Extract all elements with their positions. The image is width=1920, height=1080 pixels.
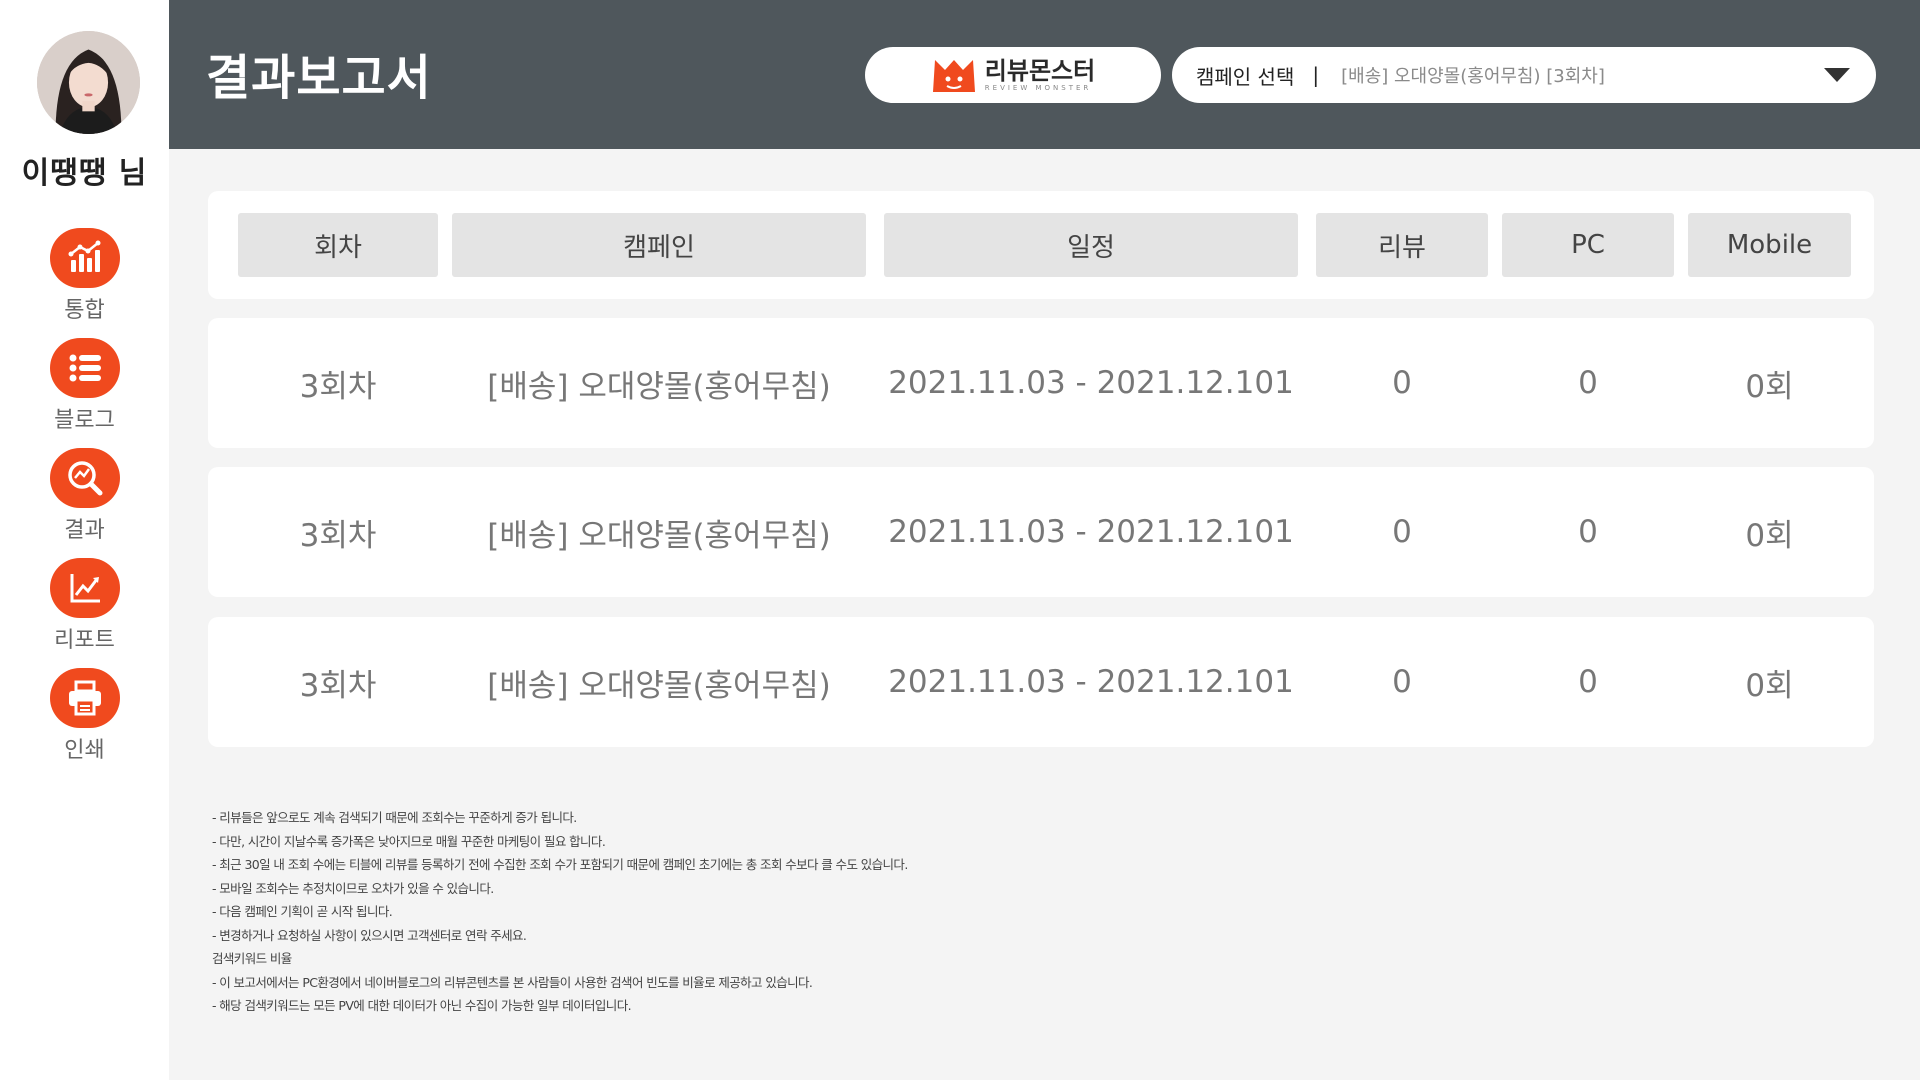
logo-subtext: REVIEW MONSTER xyxy=(984,83,1092,92)
brand-logo[interactable]: 리뷰몬스터 REVIEW MONSTER xyxy=(865,47,1161,103)
note-heading: 검색키워드 비율 xyxy=(212,951,292,966)
nav-button[interactable] xyxy=(49,228,120,288)
column-header-mobile[interactable]: Mobile xyxy=(1688,213,1851,277)
cell-campaign: [배송] 오대양몰(홍어무침) xyxy=(487,667,831,704)
cell-review: 0 xyxy=(1392,365,1412,401)
nav-item-report[interactable]: 리포트 xyxy=(0,558,169,654)
cell-schedule: 2021.11.03 - 2021.12.101 xyxy=(888,514,1294,550)
nav-button[interactable] xyxy=(49,558,120,618)
nav-item-blog[interactable]: 블로그 xyxy=(0,338,169,434)
page-title: 결과보고서 xyxy=(206,50,432,106)
note-line: - 이 보고서에서는 PC환경에서 네이버블로그의 리뷰콘텐츠를 본 사람들이 … xyxy=(212,974,813,990)
nav-item-print[interactable]: 인쇄 xyxy=(0,668,169,764)
nav-label: 인쇄 xyxy=(64,738,105,763)
cell-pc: 0 xyxy=(1578,664,1598,700)
search-analytics-icon xyxy=(67,461,102,496)
nav-item-integrated[interactable]: 통합 xyxy=(0,228,169,324)
list-icon xyxy=(69,354,101,382)
table-header: 회차 캠페인 일정 리뷰 PC Mobile xyxy=(208,191,1874,299)
cell-round: 3회차 xyxy=(299,368,377,405)
table-row[interactable]: 3회차 [배송] 오대양몰(홍어무침) 2021.11.03 - 2021.12… xyxy=(208,617,1874,747)
cell-pc: 0 xyxy=(1578,365,1598,401)
cell-review: 0 xyxy=(1392,514,1412,550)
note-line: - 변경하거나 요청하실 사항이 있으시면 고객센터로 연락 주세요. xyxy=(212,927,527,943)
nav-label: 리포트 xyxy=(54,628,115,653)
line-chart-icon xyxy=(70,574,100,603)
select-separator: | xyxy=(1312,63,1320,87)
monster-logo-icon xyxy=(932,60,975,92)
chevron-down-icon[interactable] xyxy=(1822,66,1852,84)
cell-mobile: 0회 xyxy=(1745,368,1794,405)
printer-icon xyxy=(68,680,101,716)
cell-pc: 0 xyxy=(1578,514,1598,550)
sidebar: 이땡땡 님 통합 블로그 결과 리포트 인쇄 xyxy=(0,0,169,1080)
cell-campaign: [배송] 오대양몰(홍어무침) xyxy=(487,368,831,405)
cell-review: 0 xyxy=(1392,664,1412,700)
header: 결과보고서 리뷰몬스터 REVIEW MONSTER 캠페인 선택 | [배송]… xyxy=(169,0,1920,149)
table-row[interactable]: 3회차 [배송] 오대양몰(홍어무침) 2021.11.03 - 2021.12… xyxy=(208,318,1874,448)
logo-text: 리뷰몬스터 xyxy=(984,56,1096,85)
nav-button[interactable] xyxy=(49,338,120,398)
nav-item-result[interactable]: 결과 xyxy=(0,448,169,544)
cell-campaign: [배송] 오대양몰(홍어무침) xyxy=(487,517,831,554)
nav-label: 블로그 xyxy=(54,408,115,433)
note-line: - 다음 캠페인 기획이 곧 시작 됩니다. xyxy=(212,904,393,919)
cell-schedule: 2021.11.03 - 2021.12.101 xyxy=(888,664,1294,700)
user-name: 이땡땡 님 xyxy=(21,156,148,191)
cell-mobile: 0회 xyxy=(1745,517,1794,554)
nav-button[interactable] xyxy=(49,448,120,508)
column-header-schedule[interactable]: 일정 xyxy=(884,213,1298,277)
avatar[interactable] xyxy=(37,31,140,134)
table-row[interactable]: 3회차 [배송] 오대양몰(홍어무침) 2021.11.03 - 2021.12… xyxy=(208,467,1874,597)
note-line: - 다만, 시간이 지날수록 증가폭은 낮아지므로 매월 꾸준한 마케팅이 필요… xyxy=(212,833,606,849)
campaign-select-label: 캠페인 선택 xyxy=(1196,64,1295,89)
cell-round: 3회차 xyxy=(299,667,377,704)
column-header-review[interactable]: 리뷰 xyxy=(1316,213,1488,277)
profile-photo xyxy=(37,31,140,134)
note-line: - 해당 검색키워드는 모든 PV에 대한 데이터가 아닌 수집이 가능한 일부… xyxy=(212,998,632,1013)
column-header-pc[interactable]: PC xyxy=(1502,213,1674,277)
cell-mobile: 0회 xyxy=(1745,667,1794,704)
cell-round: 3회차 xyxy=(299,517,377,554)
campaign-select[interactable]: 캠페인 선택 | [배송] 오대양몰(홍어무침) [3회차] xyxy=(1172,47,1876,103)
note-line: - 모바일 조회수는 추정치이므로 오차가 있을 수 있습니다. xyxy=(212,880,494,896)
nav-label: 결과 xyxy=(64,518,105,543)
column-header-round[interactable]: 회차 xyxy=(238,213,438,277)
column-header-campaign[interactable]: 캠페인 xyxy=(452,213,866,277)
nav-label: 통합 xyxy=(64,298,105,323)
campaign-select-value: [배송] 오대양몰(홍어무침) [3회차] xyxy=(1341,66,1605,87)
notes-section: - 리뷰들은 앞으로도 계속 검색되기 때문에 조회수는 꾸준하게 증가 됩니다… xyxy=(212,806,1112,1018)
bar-chart-icon xyxy=(68,240,100,272)
note-line: - 리뷰들은 앞으로도 계속 검색되기 때문에 조회수는 꾸준하게 증가 됩니다… xyxy=(212,810,577,825)
note-line: - 최근 30일 내 조회 수에는 티블에 리뷰를 등록하기 전에 수집한 조회… xyxy=(212,857,908,872)
cell-schedule: 2021.11.03 - 2021.12.101 xyxy=(888,365,1294,401)
nav-button[interactable] xyxy=(49,668,120,728)
